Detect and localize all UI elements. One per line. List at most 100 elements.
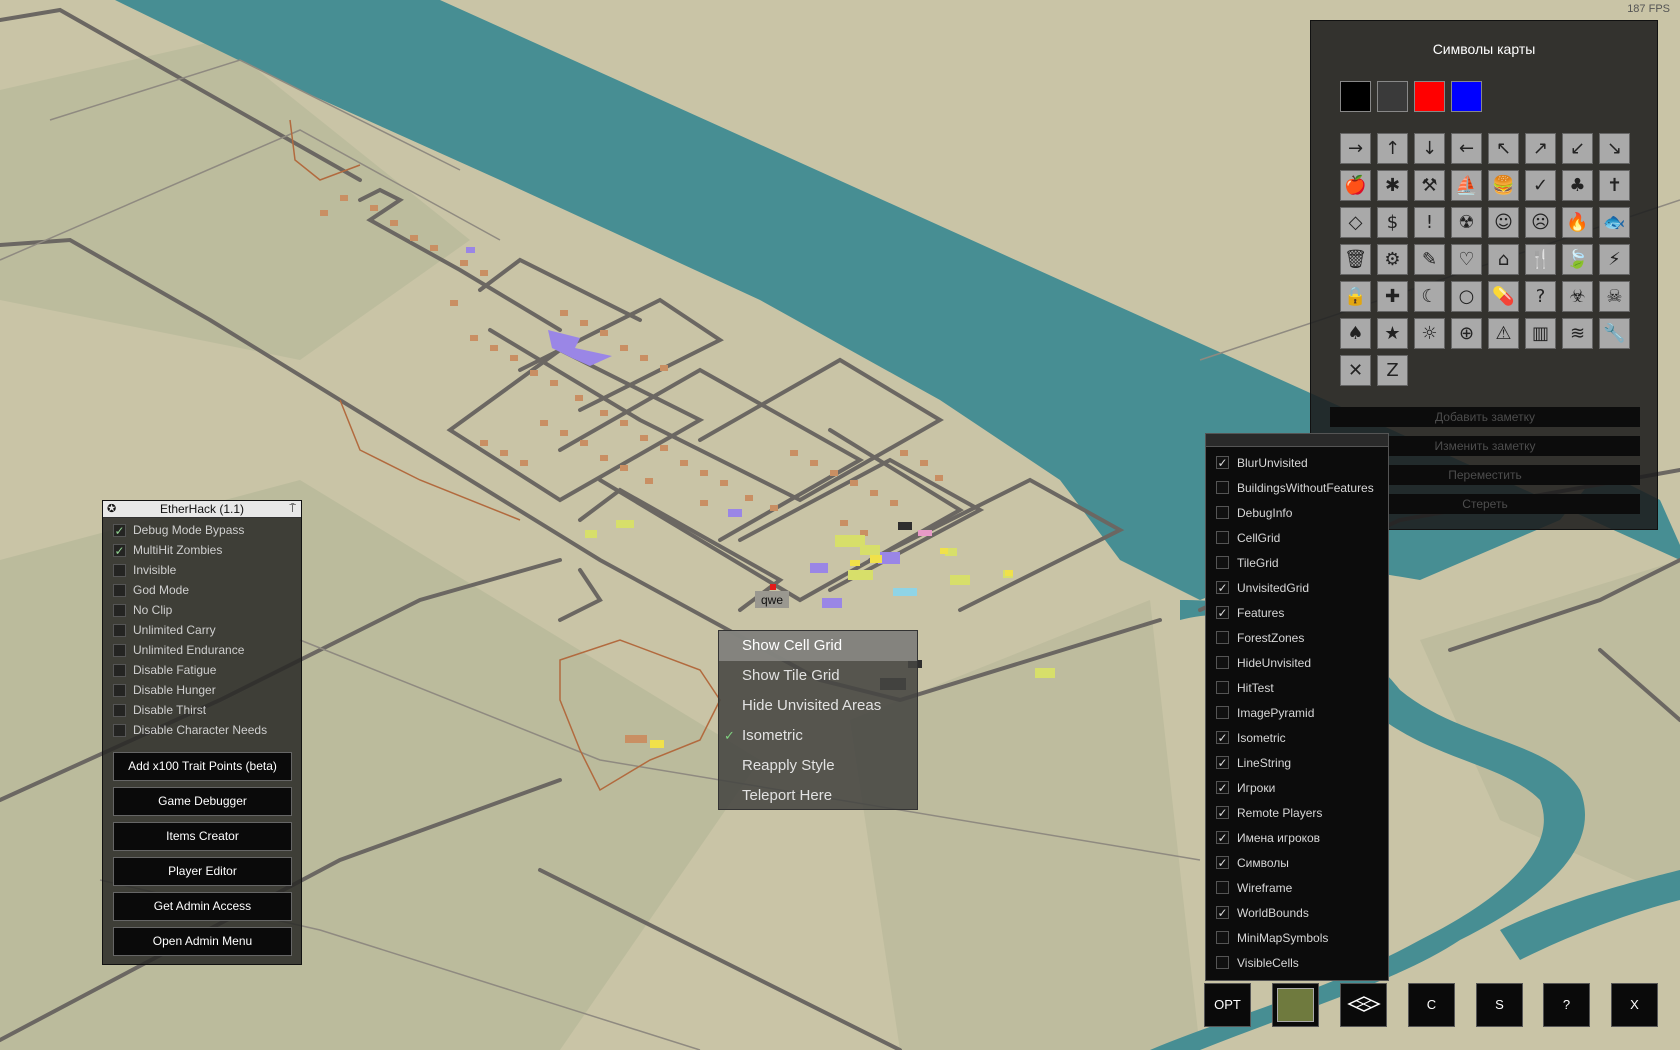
symbol-icon[interactable]: ← — [1451, 133, 1482, 164]
checkbox[interactable]: ✓ — [1216, 456, 1229, 469]
symbol-icon[interactable]: ☢ — [1451, 207, 1482, 238]
symbol-icon[interactable]: ◇ — [1340, 207, 1371, 238]
etherhack-option[interactable]: Invisible — [103, 560, 301, 580]
symbol-icon[interactable]: ! — [1414, 207, 1445, 238]
symbol-icon[interactable]: ○ — [1451, 281, 1482, 312]
checkbox[interactable] — [113, 583, 126, 597]
checkbox[interactable]: ✓ — [1216, 606, 1229, 619]
symbol-icon[interactable]: ↗ — [1525, 133, 1556, 164]
color-swatch[interactable] — [1414, 81, 1445, 112]
symbol-icon[interactable]: ⊕ — [1451, 318, 1482, 349]
layer-option[interactable]: ✓ UnvisitedGrid — [1206, 575, 1388, 600]
layer-option[interactable]: ✓ LineString — [1206, 750, 1388, 775]
checkbox[interactable] — [113, 603, 126, 617]
layer-option[interactable]: VisibleCells — [1206, 950, 1388, 975]
context-menu-item[interactable]: ✓ Isometric — [719, 721, 917, 751]
add-note-button[interactable]: Добавить заметку — [1330, 407, 1640, 427]
checkbox[interactable] — [1216, 931, 1229, 944]
symbol-icon[interactable]: 🔥 — [1562, 207, 1593, 238]
etherhack-action-button[interactable]: Player Editor — [113, 857, 292, 886]
etherhack-action-button[interactable]: Get Admin Access — [113, 892, 292, 921]
symbols-button[interactable]: S — [1476, 983, 1523, 1027]
layer-option[interactable]: ✓ Имена игроков — [1206, 825, 1388, 850]
symbol-icon[interactable]: ♣ — [1562, 170, 1593, 201]
checkbox[interactable]: ✓ — [1216, 831, 1229, 844]
layer-option[interactable]: BuildingsWithoutFeatures — [1206, 475, 1388, 500]
context-menu-item[interactable]: Reapply Style — [719, 751, 917, 781]
checkbox[interactable]: ✓ — [1216, 856, 1229, 869]
etherhack-option[interactable]: No Clip — [103, 600, 301, 620]
checkbox[interactable] — [1216, 881, 1229, 894]
symbol-icon[interactable]: ✎ — [1414, 244, 1445, 275]
symbol-icon[interactable]: ✓ — [1525, 170, 1556, 201]
checkbox[interactable] — [1216, 481, 1229, 494]
symbol-icon[interactable]: ↑ — [1377, 133, 1408, 164]
etherhack-option[interactable]: Unlimited Endurance — [103, 640, 301, 660]
checkbox[interactable] — [113, 723, 126, 737]
checkbox[interactable]: ✓ — [113, 543, 126, 557]
isometric-toggle-button[interactable] — [1340, 983, 1387, 1027]
symbol-icon[interactable]: ⚒ — [1414, 170, 1445, 201]
etherhack-titlebar[interactable]: ✪ EtherHack (1.1) ⍑ — [103, 501, 301, 518]
etherhack-option[interactable]: Unlimited Carry — [103, 620, 301, 640]
checkbox[interactable]: ✓ — [1216, 731, 1229, 744]
minimap-button[interactable] — [1272, 983, 1319, 1027]
checkbox[interactable] — [1216, 706, 1229, 719]
symbol-icon[interactable]: ☹ — [1525, 207, 1556, 238]
symbol-icon[interactable]: 💊 — [1488, 281, 1519, 312]
checkbox[interactable]: ✓ — [1216, 581, 1229, 594]
symbol-icon[interactable]: ☾ — [1414, 281, 1445, 312]
color-swatch[interactable] — [1340, 81, 1371, 112]
symbol-icon[interactable]: 🍴 — [1525, 244, 1556, 275]
checkbox[interactable] — [113, 563, 126, 577]
help-button[interactable]: ? — [1543, 983, 1590, 1027]
layer-option[interactable]: ✓ Символы — [1206, 850, 1388, 875]
symbol-icon[interactable]: 🐟 — [1599, 207, 1630, 238]
symbol-icon[interactable]: 🔒 — [1340, 281, 1371, 312]
symbol-icon[interactable]: ↖ — [1488, 133, 1519, 164]
symbol-icon[interactable]: ↓ — [1414, 133, 1445, 164]
etherhack-action-button[interactable]: Items Creator — [113, 822, 292, 851]
checkbox[interactable] — [113, 643, 126, 657]
checkbox[interactable] — [1216, 681, 1229, 694]
symbol-icon[interactable]: ✝ — [1599, 170, 1630, 201]
symbol-icon[interactable]: ☠ — [1599, 281, 1630, 312]
layers-panel-header[interactable] — [1206, 434, 1388, 447]
symbol-icon[interactable]: ✱ — [1377, 170, 1408, 201]
symbol-icon[interactable]: ⚠ — [1488, 318, 1519, 349]
layer-option[interactable]: Wireframe — [1206, 875, 1388, 900]
layer-option[interactable]: ✓ Isometric — [1206, 725, 1388, 750]
color-swatch[interactable] — [1451, 81, 1482, 112]
symbol-icon[interactable]: ? — [1525, 281, 1556, 312]
symbol-icon[interactable]: ▥ — [1525, 318, 1556, 349]
context-menu-item[interactable]: Show Tile Grid — [719, 661, 917, 691]
etherhack-option[interactable]: Disable Thirst — [103, 700, 301, 720]
options-button[interactable]: OPT — [1204, 983, 1251, 1027]
checkbox[interactable] — [1216, 956, 1229, 969]
etherhack-option[interactable]: Disable Character Needs — [103, 720, 301, 740]
checkbox[interactable]: ✓ — [113, 523, 126, 537]
etherhack-action-button[interactable]: Open Admin Menu — [113, 927, 292, 956]
checkbox[interactable] — [1216, 656, 1229, 669]
symbol-icon[interactable]: ☼ — [1414, 318, 1445, 349]
checkbox[interactable] — [1216, 506, 1229, 519]
etherhack-action-button[interactable]: Add x100 Trait Points (beta) — [113, 752, 292, 781]
symbol-icon[interactable]: 🍎 — [1340, 170, 1371, 201]
checkbox[interactable] — [113, 663, 126, 677]
layer-option[interactable]: HitTest — [1206, 675, 1388, 700]
layer-option[interactable]: ✓ Игроки — [1206, 775, 1388, 800]
symbol-icon[interactable]: ♡ — [1451, 244, 1482, 275]
symbol-icon[interactable]: → — [1340, 133, 1371, 164]
symbol-icon[interactable]: ☺ — [1488, 207, 1519, 238]
layer-option[interactable]: MiniMapSymbols — [1206, 925, 1388, 950]
checkbox[interactable] — [1216, 556, 1229, 569]
symbol-icon[interactable]: 🔧 — [1599, 318, 1630, 349]
symbol-icon[interactable]: Z — [1377, 355, 1408, 386]
symbol-icon[interactable]: ≋ — [1562, 318, 1593, 349]
layer-option[interactable]: ✓ WorldBounds — [1206, 900, 1388, 925]
etherhack-option[interactable]: God Mode — [103, 580, 301, 600]
symbol-icon[interactable]: ★ — [1377, 318, 1408, 349]
layer-option[interactable]: HideUnvisited — [1206, 650, 1388, 675]
checkbox[interactable] — [1216, 631, 1229, 644]
symbol-icon[interactable]: ⚡ — [1599, 244, 1630, 275]
